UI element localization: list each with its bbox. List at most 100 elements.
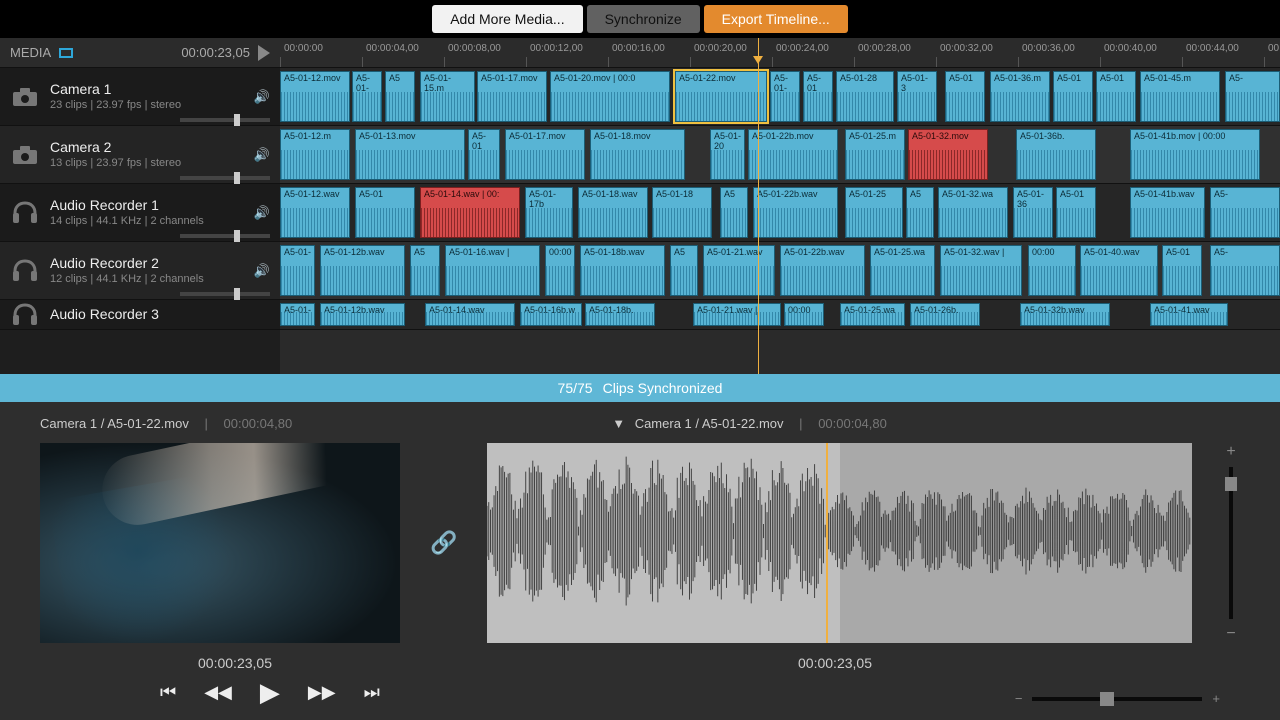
- track-row[interactable]: A5-01-12.mA5-01-13.movA5-01A5-01-17.movA…: [280, 126, 1280, 184]
- synchronize-button[interactable]: Synchronize: [587, 5, 700, 33]
- volume-fader[interactable]: [180, 118, 270, 122]
- track-row[interactable]: A5-01-A5-01-12b.wavA5A5-01-16.wav |00:00…: [280, 242, 1280, 300]
- clip[interactable]: A5-01-21.wav |: [693, 303, 781, 326]
- volume-fader[interactable]: [180, 176, 270, 180]
- horizontal-zoom[interactable]: − +: [1015, 691, 1220, 706]
- clip[interactable]: A5-01: [355, 187, 415, 238]
- clip[interactable]: A5-: [1210, 187, 1280, 238]
- vertical-zoom[interactable]: + −: [1222, 443, 1240, 643]
- clip[interactable]: A5-01-36.m: [990, 71, 1050, 122]
- clip[interactable]: A5-01-32.wav |: [940, 245, 1022, 296]
- zoom-in-h-icon[interactable]: +: [1212, 691, 1220, 706]
- clip[interactable]: A5-01: [1053, 71, 1093, 122]
- clip[interactable]: A5-01-12.m: [280, 129, 350, 180]
- track-row[interactable]: A5-01-12.movA5-01-A5A5-01-15.mA5-01-17.m…: [280, 68, 1280, 126]
- clip[interactable]: A5-01-25.wa: [840, 303, 905, 326]
- clip[interactable]: A5-01-14.wav: [425, 303, 515, 326]
- clip[interactable]: A5-: [1225, 71, 1280, 122]
- clip[interactable]: A5-01-25.m: [845, 129, 905, 180]
- track-header[interactable]: Camera 213 clips | 23.97 fps | stereo🔊: [0, 126, 280, 184]
- clip[interactable]: A5-01-22b.mov: [748, 129, 838, 180]
- clip[interactable]: A5-01-41.wav: [1150, 303, 1228, 326]
- clip[interactable]: A5-01-: [352, 71, 382, 122]
- clip[interactable]: A5-01-15.m: [420, 71, 475, 122]
- waveform-cursor[interactable]: [826, 443, 828, 643]
- volume-fader[interactable]: [180, 234, 270, 238]
- clip[interactable]: 00:00: [545, 245, 575, 296]
- speaker-icon[interactable]: 🔊: [254, 89, 270, 105]
- volume-fader[interactable]: [180, 292, 270, 296]
- horizontal-zoom-slider[interactable]: [1032, 697, 1202, 701]
- track-row[interactable]: A5-01-A5-01-12b.wavA5-01-14.wavA5-01-16b…: [280, 300, 1280, 330]
- play-button-icon[interactable]: ▶: [260, 677, 280, 708]
- clip[interactable]: A5-01-20.mov | 00:0: [550, 71, 670, 122]
- add-media-button[interactable]: Add More Media...: [432, 5, 582, 33]
- speaker-icon[interactable]: 🔊: [254, 263, 270, 279]
- clip[interactable]: A5-01-18: [652, 187, 712, 238]
- clip[interactable]: A5-01-14.wav | 00:: [420, 187, 520, 238]
- clip[interactable]: A5-01-12b.wav: [320, 245, 405, 296]
- clip[interactable]: A5-01-41b.mov | 00:00: [1130, 129, 1260, 180]
- playhead[interactable]: [758, 38, 759, 374]
- forward-icon[interactable]: ▶▶: [308, 682, 336, 703]
- clip[interactable]: A5-: [1210, 245, 1280, 296]
- clip[interactable]: A5-01-20: [710, 129, 745, 180]
- timeline-canvas[interactable]: 00:00:0000:00:04,0000:00:08,0000:00:12,0…: [280, 38, 1280, 374]
- clip[interactable]: A5-01-41b.wav: [1130, 187, 1205, 238]
- track-header[interactable]: Audio Recorder 114 clips | 44.1 KHz | 2 …: [0, 184, 280, 242]
- clip[interactable]: A5-01-32.wa: [938, 187, 1008, 238]
- clip[interactable]: A5-01: [803, 71, 833, 122]
- clip[interactable]: A5: [410, 245, 440, 296]
- waveform-clip-info[interactable]: ▼ Camera 1 / A5-01-22.mov | 00:00:04,80: [612, 416, 887, 431]
- clip[interactable]: A5-01-22b.wav: [780, 245, 865, 296]
- clip[interactable]: A5-01-22.mov: [675, 71, 767, 122]
- clip[interactable]: A5-01: [1096, 71, 1136, 122]
- clip[interactable]: A5-01-40.wav: [1080, 245, 1158, 296]
- track-header[interactable]: Camera 123 clips | 23.97 fps | stereo🔊: [0, 68, 280, 126]
- clip[interactable]: A5-01-17.mov: [477, 71, 547, 122]
- rewind-icon[interactable]: ◀◀: [204, 682, 232, 703]
- skip-end-icon[interactable]: ⏭: [364, 682, 380, 703]
- clip[interactable]: A5-01-: [280, 303, 315, 326]
- zoom-in-icon[interactable]: +: [1222, 443, 1240, 461]
- clip[interactable]: A5-01-18.mov: [590, 129, 685, 180]
- zoom-out-h-icon[interactable]: −: [1015, 691, 1023, 706]
- clip[interactable]: A5-01-32b.wav: [1020, 303, 1110, 326]
- clip[interactable]: A5-01-13.mov: [355, 129, 465, 180]
- clip[interactable]: A5-01-16.wav |: [445, 245, 540, 296]
- clip[interactable]: A5: [385, 71, 415, 122]
- speaker-icon[interactable]: 🔊: [254, 147, 270, 163]
- skip-start-icon[interactable]: ⏮: [160, 682, 176, 703]
- clip[interactable]: A5-01-12.mov: [280, 71, 350, 122]
- clip[interactable]: A5-01-12b.wav: [320, 303, 405, 326]
- clip[interactable]: A5-01: [1056, 187, 1096, 238]
- track-header[interactable]: Audio Recorder 212 clips | 44.1 KHz | 2 …: [0, 242, 280, 300]
- clip[interactable]: A5-01: [945, 71, 985, 122]
- clip[interactable]: A5-01-45.m: [1140, 71, 1220, 122]
- clip[interactable]: A5-01-26b.: [910, 303, 980, 326]
- clip[interactable]: A5-01-18b.wav: [580, 245, 665, 296]
- clip[interactable]: A5-01-36: [1013, 187, 1053, 238]
- waveform-detail[interactable]: [487, 443, 1192, 643]
- clip[interactable]: A5-01: [468, 129, 500, 180]
- clip[interactable]: A5-01-25: [845, 187, 903, 238]
- clip[interactable]: A5-01-3: [897, 71, 937, 122]
- vertical-zoom-slider[interactable]: [1229, 467, 1233, 619]
- clip[interactable]: A5-01-32.mov: [908, 129, 988, 180]
- clip[interactable]: A5: [906, 187, 934, 238]
- clip[interactable]: A5-01-18.wav: [578, 187, 648, 238]
- clip[interactable]: A5-01-36b.: [1016, 129, 1096, 180]
- clip[interactable]: A5-01-17.mov: [505, 129, 585, 180]
- clip[interactable]: A5-01-18b.: [585, 303, 655, 326]
- zoom-out-icon[interactable]: −: [1222, 625, 1240, 643]
- clip[interactable]: A5-01-28: [836, 71, 894, 122]
- track-row[interactable]: A5-01-12.wavA5-01A5-01-14.wav | 00:A5-01…: [280, 184, 1280, 242]
- clip[interactable]: 00:00: [1028, 245, 1076, 296]
- clip[interactable]: A5-01-12.wav: [280, 187, 350, 238]
- time-ruler[interactable]: 00:00:0000:00:04,0000:00:08,0000:00:12,0…: [280, 38, 1280, 68]
- clip[interactable]: A5-01-17b: [525, 187, 573, 238]
- clip[interactable]: A5-01-: [280, 245, 315, 296]
- clip[interactable]: A5: [720, 187, 748, 238]
- track-header[interactable]: Audio Recorder 3🔊: [0, 300, 280, 330]
- video-preview[interactable]: [40, 443, 400, 643]
